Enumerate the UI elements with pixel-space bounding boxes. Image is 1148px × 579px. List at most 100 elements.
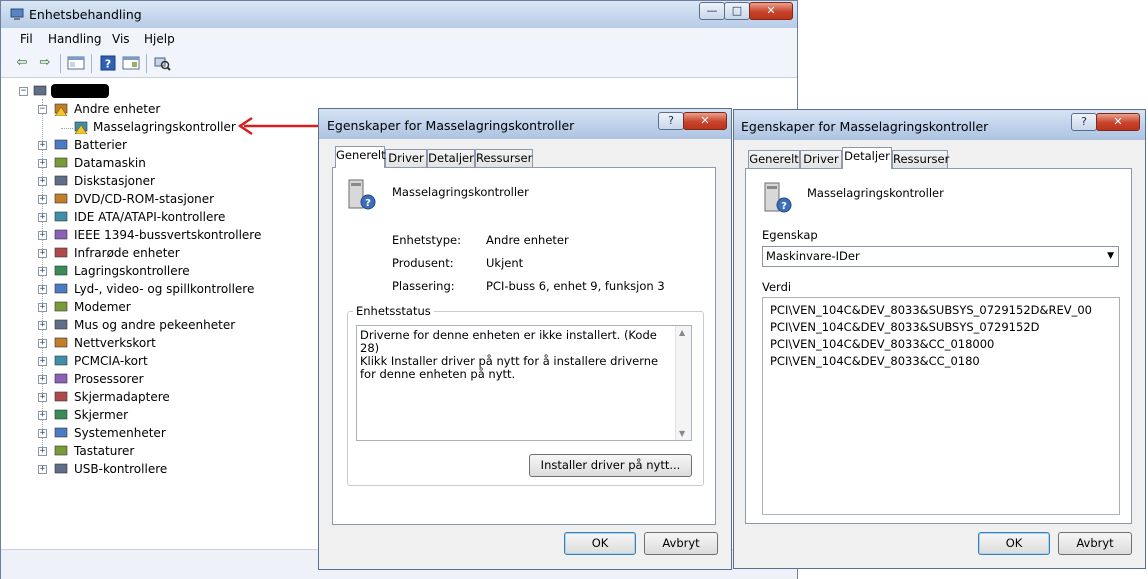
back-arrow-icon[interactable]: ⇦ bbox=[13, 55, 31, 71]
expand-icon[interactable]: + bbox=[38, 177, 47, 186]
tree-item-label: Skjermadaptere bbox=[74, 390, 170, 404]
tree-item-category[interactable]: + Diskstasjoner bbox=[9, 173, 329, 191]
dialog-help-button[interactable]: ? bbox=[1071, 113, 1097, 131]
minimize-button[interactable]: — bbox=[699, 2, 725, 20]
expand-icon[interactable]: + bbox=[38, 141, 47, 150]
tree-item-category[interactable]: + Systemenheter bbox=[9, 425, 329, 443]
expand-icon[interactable]: + bbox=[38, 447, 47, 456]
expand-icon[interactable]: + bbox=[38, 321, 47, 330]
properties-window-icon[interactable] bbox=[67, 55, 85, 71]
dialog-help-button[interactable]: ? bbox=[658, 112, 684, 130]
menu-fil[interactable]: Fil bbox=[20, 32, 33, 46]
menu-hjelp[interactable]: Hjelp bbox=[144, 32, 175, 46]
tab-driver[interactable]: Driver bbox=[385, 149, 427, 168]
dialog-title-bar[interactable]: Egenskaper for Masselagringskontroller ?… bbox=[319, 109, 731, 139]
tree-item-category[interactable]: + Prosessorer bbox=[9, 371, 329, 389]
property-label: Egenskap bbox=[762, 228, 818, 242]
tab-generelt[interactable]: Generelt bbox=[335, 146, 386, 168]
tree-item-category[interactable]: + Skjermadaptere bbox=[9, 389, 329, 407]
ok-button[interactable]: OK bbox=[978, 532, 1050, 555]
tree-item-category[interactable]: + Lagringskontrollere bbox=[9, 263, 329, 281]
expand-icon[interactable]: + bbox=[38, 375, 47, 384]
expand-icon[interactable]: + bbox=[38, 393, 47, 402]
expand-icon[interactable]: + bbox=[38, 213, 47, 222]
tab-detaljer[interactable]: Detaljer bbox=[842, 147, 892, 169]
tree-item-label: Diskstasjoner bbox=[74, 174, 155, 188]
tree-item-label: IEEE 1394-bussvertskontrollere bbox=[74, 228, 262, 242]
tree-item-category[interactable]: + Tastaturer bbox=[9, 443, 329, 461]
category-icon bbox=[54, 444, 68, 458]
expand-icon[interactable]: + bbox=[38, 429, 47, 438]
expand-icon[interactable]: + bbox=[38, 465, 47, 474]
manufacturer-value: Ukjent bbox=[486, 256, 524, 270]
category-icon bbox=[54, 138, 68, 152]
expand-icon[interactable]: + bbox=[38, 267, 47, 276]
reinstall-driver-button[interactable]: Installer driver på nytt... bbox=[529, 454, 692, 477]
tab-ressurser[interactable]: Ressurser bbox=[475, 149, 533, 168]
tree-item-category[interactable]: + PCMCIA-kort bbox=[9, 353, 329, 371]
value-item[interactable]: PCI\VEN_104C&DEV_8033&CC_0180 bbox=[770, 354, 980, 368]
tab-detaljer[interactable]: Detaljer bbox=[427, 149, 475, 168]
tab-panel: ? Masselagringskontroller Egenskap Maski… bbox=[745, 168, 1132, 524]
status-scrollbar[interactable]: ▲ ▼ bbox=[675, 326, 691, 440]
expand-icon[interactable]: + bbox=[38, 249, 47, 258]
category-icon bbox=[54, 318, 68, 332]
update-driver-icon[interactable] bbox=[122, 55, 140, 71]
tab-driver[interactable]: Driver bbox=[800, 150, 842, 169]
svg-text:?: ? bbox=[105, 58, 111, 71]
warning-device-icon bbox=[74, 120, 88, 135]
chevron-down-icon[interactable]: ▼ bbox=[1107, 247, 1114, 266]
tree-item-category[interactable]: + Skjermer bbox=[9, 407, 329, 425]
expand-icon[interactable]: + bbox=[38, 159, 47, 168]
tree-item-category[interactable]: + Datamaskin bbox=[9, 155, 329, 173]
tree-item-category[interactable]: + Lyd-, video- og spillkontrollere bbox=[9, 281, 329, 299]
expand-icon[interactable]: + bbox=[38, 357, 47, 366]
scroll-up-icon[interactable]: ▲ bbox=[679, 328, 685, 337]
tree-item-category[interactable]: + Infrarøde enheter bbox=[9, 245, 329, 263]
ok-button[interactable]: OK bbox=[564, 532, 636, 555]
svg-text:?: ? bbox=[781, 201, 787, 212]
tree-item-category[interactable]: + Mus og andre pekeenheter bbox=[9, 317, 329, 335]
collapse-icon[interactable]: − bbox=[19, 87, 28, 96]
dialog-close-button[interactable]: ✕ bbox=[683, 112, 727, 130]
title-bar[interactable]: Enhetsbehandling — □ ✕ bbox=[1, 1, 797, 28]
tree-root[interactable]: − bbox=[9, 83, 329, 101]
device-status-textbox[interactable]: Driverne for denne enheten er ikke insta… bbox=[356, 325, 692, 441]
value-item[interactable]: PCI\VEN_104C&DEV_8033&SUBSYS_0729152D bbox=[770, 320, 1040, 334]
tree-item-category[interactable]: + IDE ATA/ATAPI-kontrollere bbox=[9, 209, 329, 227]
dialog-title-bar[interactable]: Egenskaper for Masselagringskontroller ?… bbox=[734, 110, 1145, 140]
tab-generelt[interactable]: Generelt bbox=[748, 150, 800, 169]
value-item[interactable]: PCI\VEN_104C&DEV_8033&CC_018000 bbox=[770, 337, 994, 351]
expand-icon[interactable]: + bbox=[38, 303, 47, 312]
expand-icon[interactable]: + bbox=[38, 411, 47, 420]
forward-arrow-icon[interactable]: ⇨ bbox=[36, 55, 54, 71]
cancel-button[interactable]: Avbryt bbox=[1058, 532, 1132, 555]
unknown-devices-icon bbox=[54, 102, 68, 117]
maximize-button[interactable]: □ bbox=[724, 2, 750, 20]
expand-icon[interactable]: + bbox=[38, 339, 47, 348]
collapse-icon[interactable]: − bbox=[38, 105, 47, 114]
cancel-button[interactable]: Avbryt bbox=[644, 532, 718, 555]
dialog-close-button[interactable]: ✕ bbox=[1096, 113, 1140, 131]
tree-item-category[interactable]: + Batterier bbox=[9, 137, 329, 155]
tree-item-category[interactable]: + DVD/CD-ROM-stasjoner bbox=[9, 191, 329, 209]
menu-bar: Fil Handling Vis Hjelp bbox=[1, 28, 797, 51]
property-select[interactable]: Maskinvare-IDer ▼ bbox=[762, 246, 1119, 267]
menu-handling[interactable]: Handling bbox=[48, 32, 102, 46]
value-list[interactable]: PCI\VEN_104C&DEV_8033&SUBSYS_0729152D&RE… bbox=[762, 297, 1120, 515]
scroll-down-icon[interactable]: ▼ bbox=[679, 429, 685, 438]
tree-item-category[interactable]: + Nettverkskort bbox=[9, 335, 329, 353]
device-name: Masselagringskontroller bbox=[807, 186, 944, 200]
menu-vis[interactable]: Vis bbox=[112, 32, 130, 46]
value-item[interactable]: PCI\VEN_104C&DEV_8033&SUBSYS_0729152D&RE… bbox=[770, 303, 1092, 317]
tree-item-category[interactable]: + IEEE 1394-bussvertskontrollere bbox=[9, 227, 329, 245]
expand-icon[interactable]: + bbox=[38, 195, 47, 204]
expand-icon[interactable]: + bbox=[38, 231, 47, 240]
tree-item-category[interactable]: + Modemer bbox=[9, 299, 329, 317]
scan-hardware-icon[interactable] bbox=[153, 55, 171, 71]
expand-icon[interactable]: + bbox=[38, 285, 47, 294]
help-icon[interactable]: ? bbox=[99, 55, 117, 71]
tree-item-category[interactable]: + USB-kontrollere bbox=[9, 461, 329, 479]
tab-ressurser[interactable]: Ressurser bbox=[892, 150, 949, 169]
close-button[interactable]: ✕ bbox=[749, 2, 793, 20]
